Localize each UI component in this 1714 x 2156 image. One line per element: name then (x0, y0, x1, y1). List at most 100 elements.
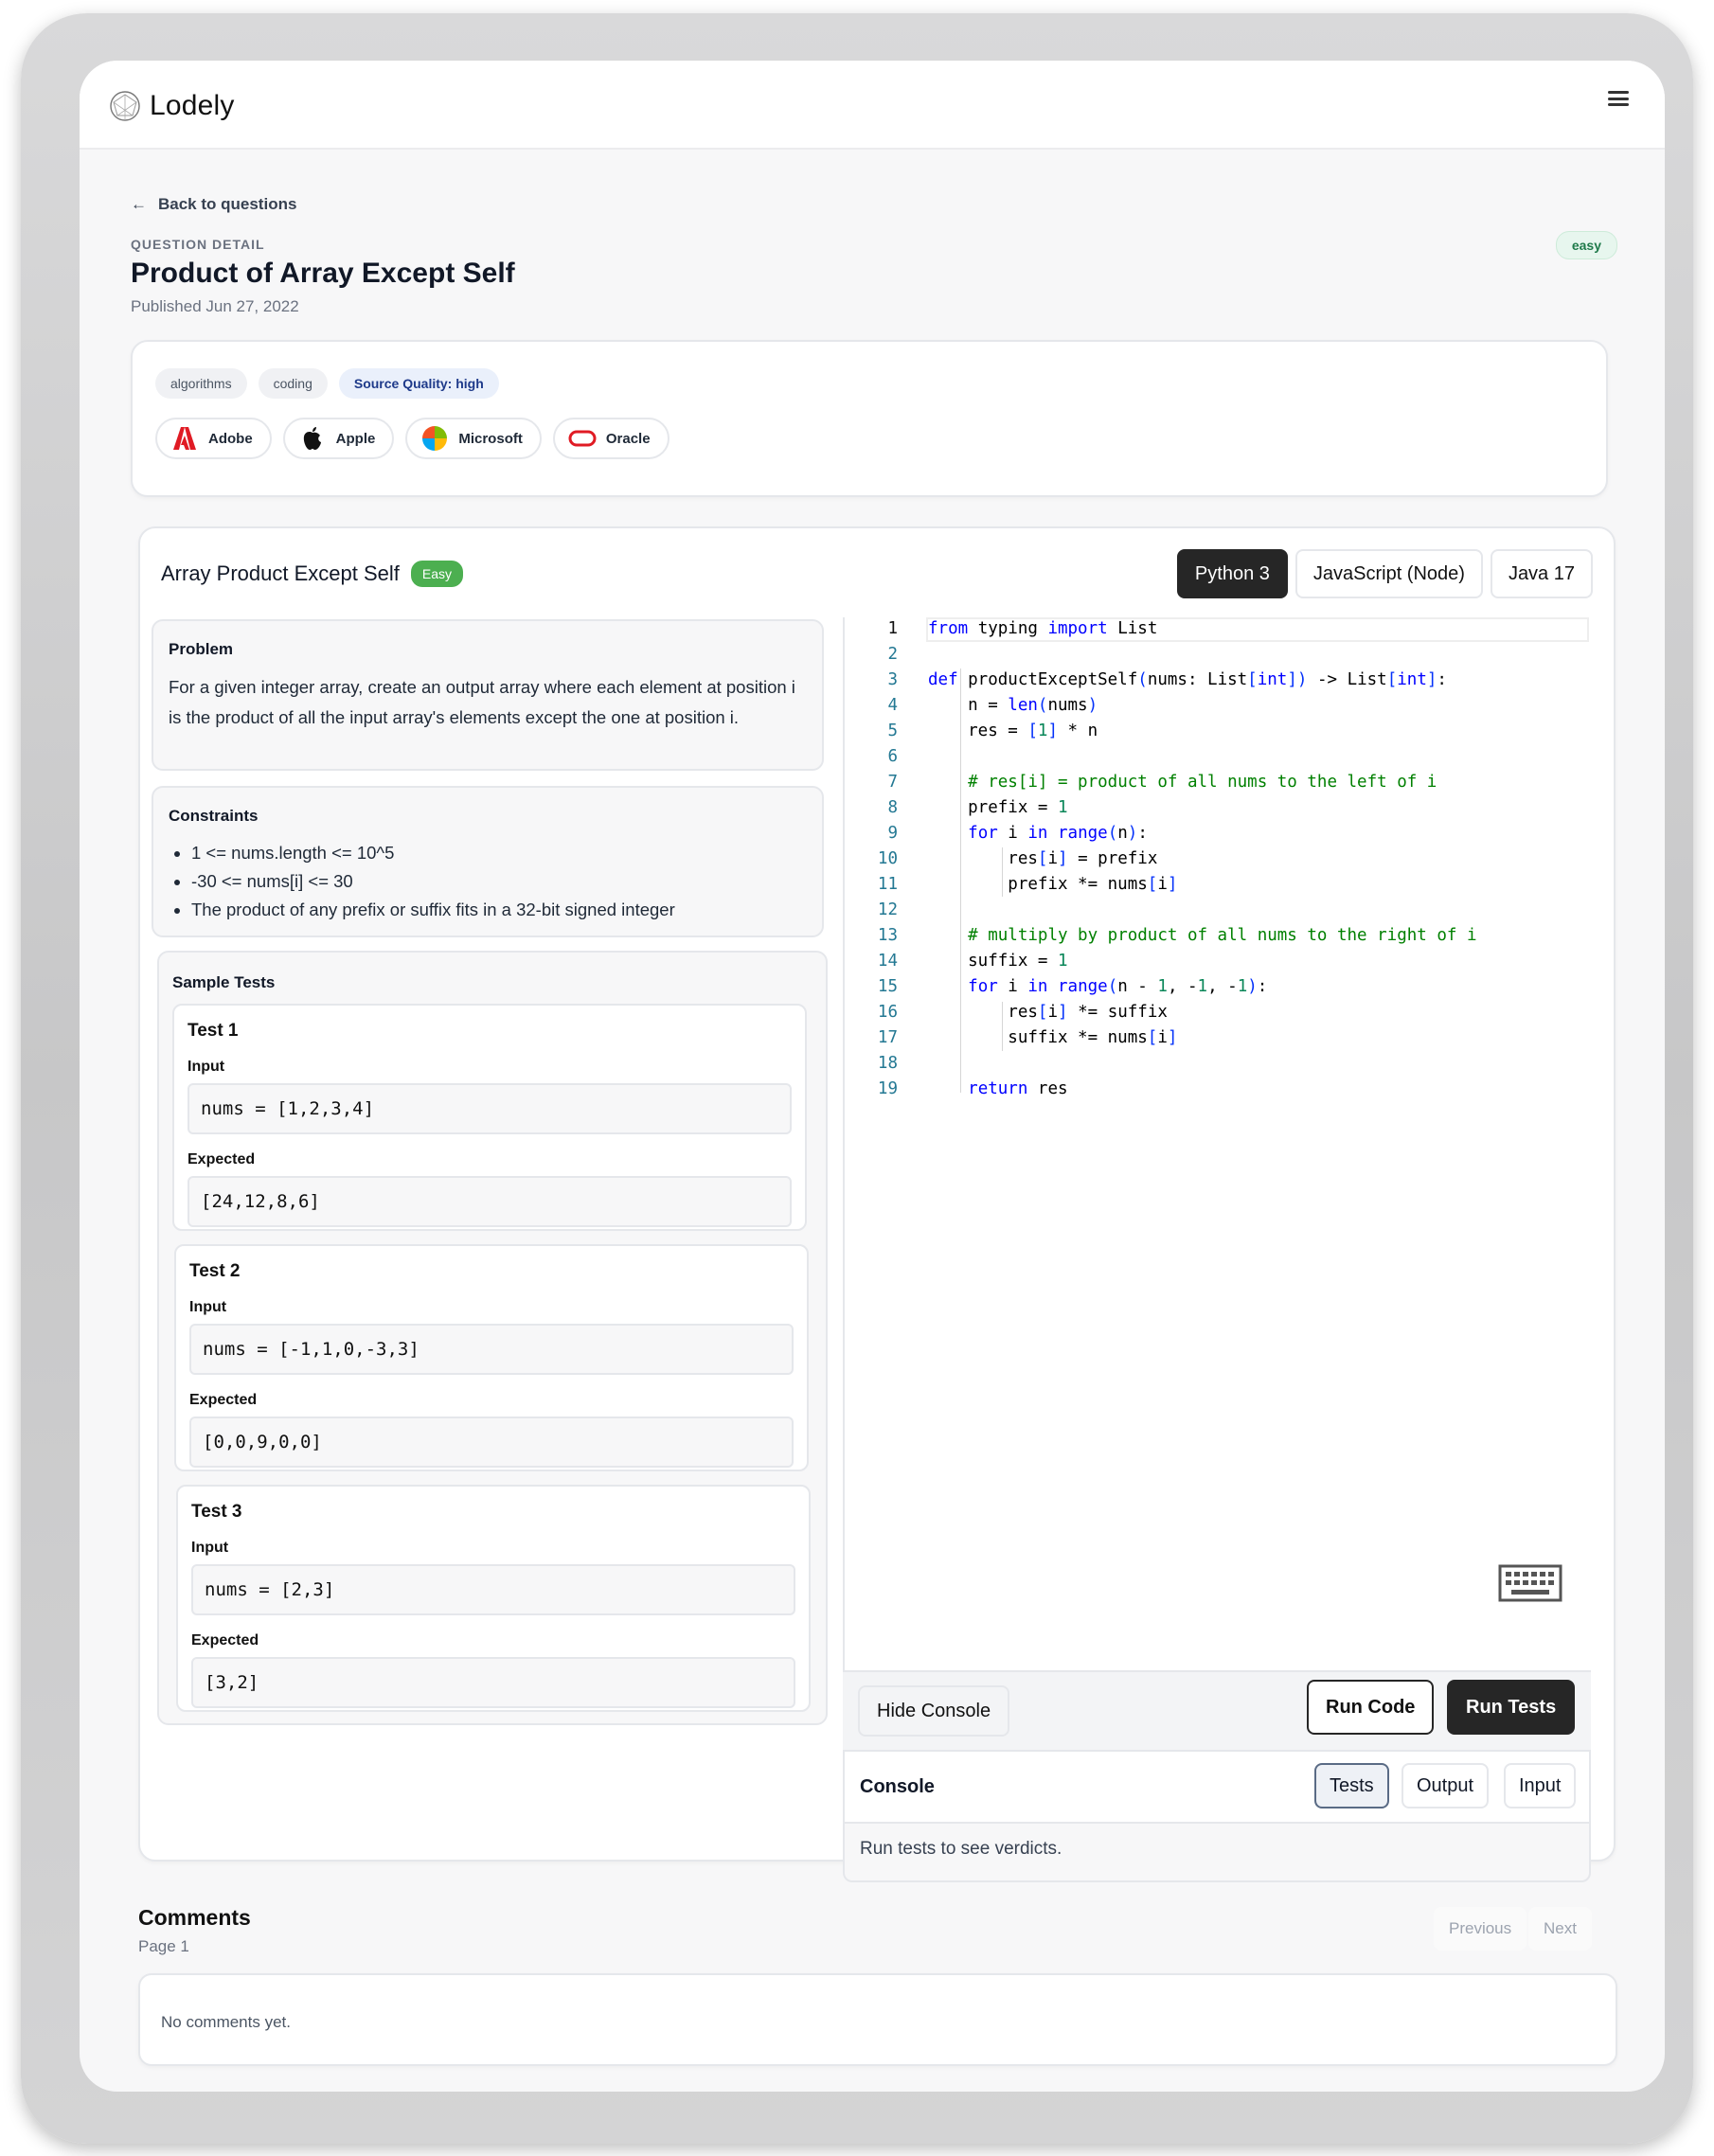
easy-badge: Easy (410, 561, 464, 587)
tag[interactable]: algorithms (155, 368, 247, 399)
comments-page: Page 1 (138, 1937, 189, 1955)
line-number: 17 (877, 1028, 898, 1047)
code-text: # res[i] = product of all nums to the le… (968, 773, 1437, 792)
company-oracle[interactable]: Oracle (552, 418, 670, 459)
comments-list: No comments yet. (138, 1973, 1617, 2066)
code-line[interactable]: 9 for i in range(n): (845, 824, 1148, 849)
company-label: Microsoft (458, 430, 523, 447)
language-python[interactable]: Python 3 (1176, 549, 1288, 598)
page-title: Product of Array Except Self (131, 258, 515, 289)
code-line[interactable]: 18 (845, 1054, 928, 1079)
company-label: Oracle (605, 430, 651, 447)
code-text: prefix = 1 (928, 798, 1068, 817)
arrow-left-icon: ← (131, 195, 147, 213)
adobe-logo-icon (173, 427, 196, 450)
line-number: 14 (877, 952, 898, 971)
code-line[interactable]: 12 (845, 900, 928, 926)
company-apple[interactable]: Apple (282, 418, 395, 459)
code-text: for i in range(n): (968, 824, 1148, 843)
code-line[interactable]: 8 prefix = 1 (845, 798, 1068, 824)
code-line[interactable]: 2 (845, 645, 928, 670)
code-line[interactable]: 1 from typing import List (845, 619, 1157, 645)
test-expected: [3,2] (191, 1657, 795, 1708)
constraint-item: -30 <= nums[i] <= 30 (191, 867, 807, 896)
company-microsoft[interactable]: Microsoft (405, 418, 542, 459)
top-bar: Lodely (80, 61, 1665, 150)
code-text: prefix *= nums[i] (928, 875, 1178, 894)
published-date: Published Jun 27, 2022 (131, 297, 299, 315)
problem-description: For a given integer array, create an out… (169, 677, 795, 727)
company-label: Apple (335, 430, 376, 447)
code-line[interactable]: 15 for i in range(n - 1, -1, -1): (845, 977, 1267, 1003)
line-number: 4 (887, 696, 898, 715)
test-input: nums = [2,3] (191, 1564, 795, 1615)
company-adobe[interactable]: Adobe (155, 418, 272, 459)
code-line[interactable]: 11 prefix *= nums[i] (845, 875, 1178, 900)
code-line[interactable]: 17 suffix *= nums[i] (845, 1028, 1178, 1054)
line-number: 9 (887, 824, 898, 843)
code-line[interactable]: 10 res[i] = prefix (845, 849, 1157, 875)
code-text: suffix *= nums[i] (928, 1028, 1178, 1047)
code-line[interactable]: 19 return res (845, 1079, 1068, 1105)
line-number: 5 (887, 722, 898, 740)
test-card: Test 2 Input nums = [-1,1,0,-3,3] Expect… (174, 1244, 809, 1471)
line-number: 12 (877, 900, 898, 919)
console-title: Console (860, 1776, 935, 1797)
constraint-item: The product of any prefix or suffix fits… (191, 896, 807, 924)
code-text: def productExceptSelf(nums: List[int]) -… (928, 670, 1447, 689)
difficulty-badge: easy (1555, 231, 1617, 259)
source-quality-tag[interactable]: Source Quality: high (338, 368, 499, 399)
screen: Lodely ← Back to questions QUESTION DETA… (80, 61, 1665, 2092)
code-line[interactable]: 16 res[i] *= suffix (845, 1003, 1168, 1028)
console-tab-output[interactable]: Output (1402, 1763, 1490, 1809)
test-input: nums = [-1,1,0,-3,3] (189, 1324, 794, 1375)
tags-card: algorithms coding Source Quality: high A… (131, 340, 1608, 497)
code-line[interactable]: 6 (845, 747, 928, 773)
line-number: 13 (877, 926, 898, 945)
problem-header: Array Product Except Self Easy (161, 561, 464, 587)
hide-console-button[interactable]: Hide Console (858, 1685, 1010, 1737)
line-number: 15 (877, 977, 898, 996)
expected-label: Expected (189, 1392, 258, 1408)
test-name: Test 1 (187, 1021, 239, 1041)
code-text: for i in range(n - 1, -1, -1): (968, 977, 1268, 996)
hamburger-menu-icon[interactable] (1608, 91, 1629, 106)
line-number: 3 (887, 670, 898, 689)
code-line[interactable]: 3 def productExceptSelf(nums: List[int]) … (845, 670, 1447, 696)
run-tests-button[interactable]: Run Tests (1447, 1680, 1576, 1735)
line-number: 18 (877, 1054, 898, 1073)
code-editor[interactable]: 1 from typing import List 2 3 def productExc… (843, 617, 1589, 1670)
expected-label: Expected (191, 1632, 259, 1648)
line-number: 8 (887, 798, 898, 817)
logo[interactable]: Lodely (108, 89, 235, 123)
previous-page-button[interactable]: Previous (1434, 1907, 1527, 1951)
code-line[interactable]: 4 n = len(nums) (845, 696, 1098, 722)
code-line[interactable]: 14 suffix = 1 (845, 952, 1068, 977)
language-javascript[interactable]: JavaScript (Node) (1294, 549, 1483, 598)
input-label: Input (187, 1059, 225, 1075)
test-card: Test 3 Input nums = [2,3] Expected [3,2] (176, 1485, 811, 1712)
run-code-button[interactable]: Run Code (1307, 1680, 1435, 1735)
back-to-questions-link[interactable]: ← Back to questions (131, 195, 296, 214)
test-expected: [24,12,8,6] (187, 1176, 792, 1227)
keyboard-icon[interactable] (1498, 1564, 1562, 1602)
code-text: res[i] = prefix (928, 849, 1158, 868)
language-java[interactable]: Java 17 (1490, 549, 1593, 598)
company-list: Adobe Apple Microsoft Oracle (155, 418, 670, 459)
problem-workspace: Array Product Except Self Easy Python 3 … (138, 526, 1616, 1882)
back-link-label: Back to questions (158, 195, 297, 213)
tag[interactable]: coding (258, 368, 328, 399)
code-line[interactable]: 7 # res[i] = product of all nums to the … (845, 773, 1437, 798)
console-tab-input[interactable]: Input (1504, 1763, 1577, 1809)
console-tab-tests[interactable]: Tests (1314, 1763, 1389, 1809)
next-page-button[interactable]: Next (1528, 1907, 1592, 1951)
execution-bar: Hide Console Run Code Run Tests (843, 1670, 1591, 1750)
code-line[interactable]: 5 res = [1] * n (845, 722, 1098, 747)
input-label: Input (191, 1540, 229, 1556)
code-text: n = len(nums) (928, 696, 1098, 715)
constraints-panel: Constraints 1 <= nums.length <= 10^5 -30… (152, 786, 824, 937)
code-text: from typing import List (928, 619, 1158, 638)
comments-empty: No comments yet. (161, 2013, 291, 2031)
problem-panel: Problem For a given integer array, creat… (152, 619, 824, 771)
code-line[interactable]: 13 # multiply by product of all nums to … (845, 926, 1477, 952)
